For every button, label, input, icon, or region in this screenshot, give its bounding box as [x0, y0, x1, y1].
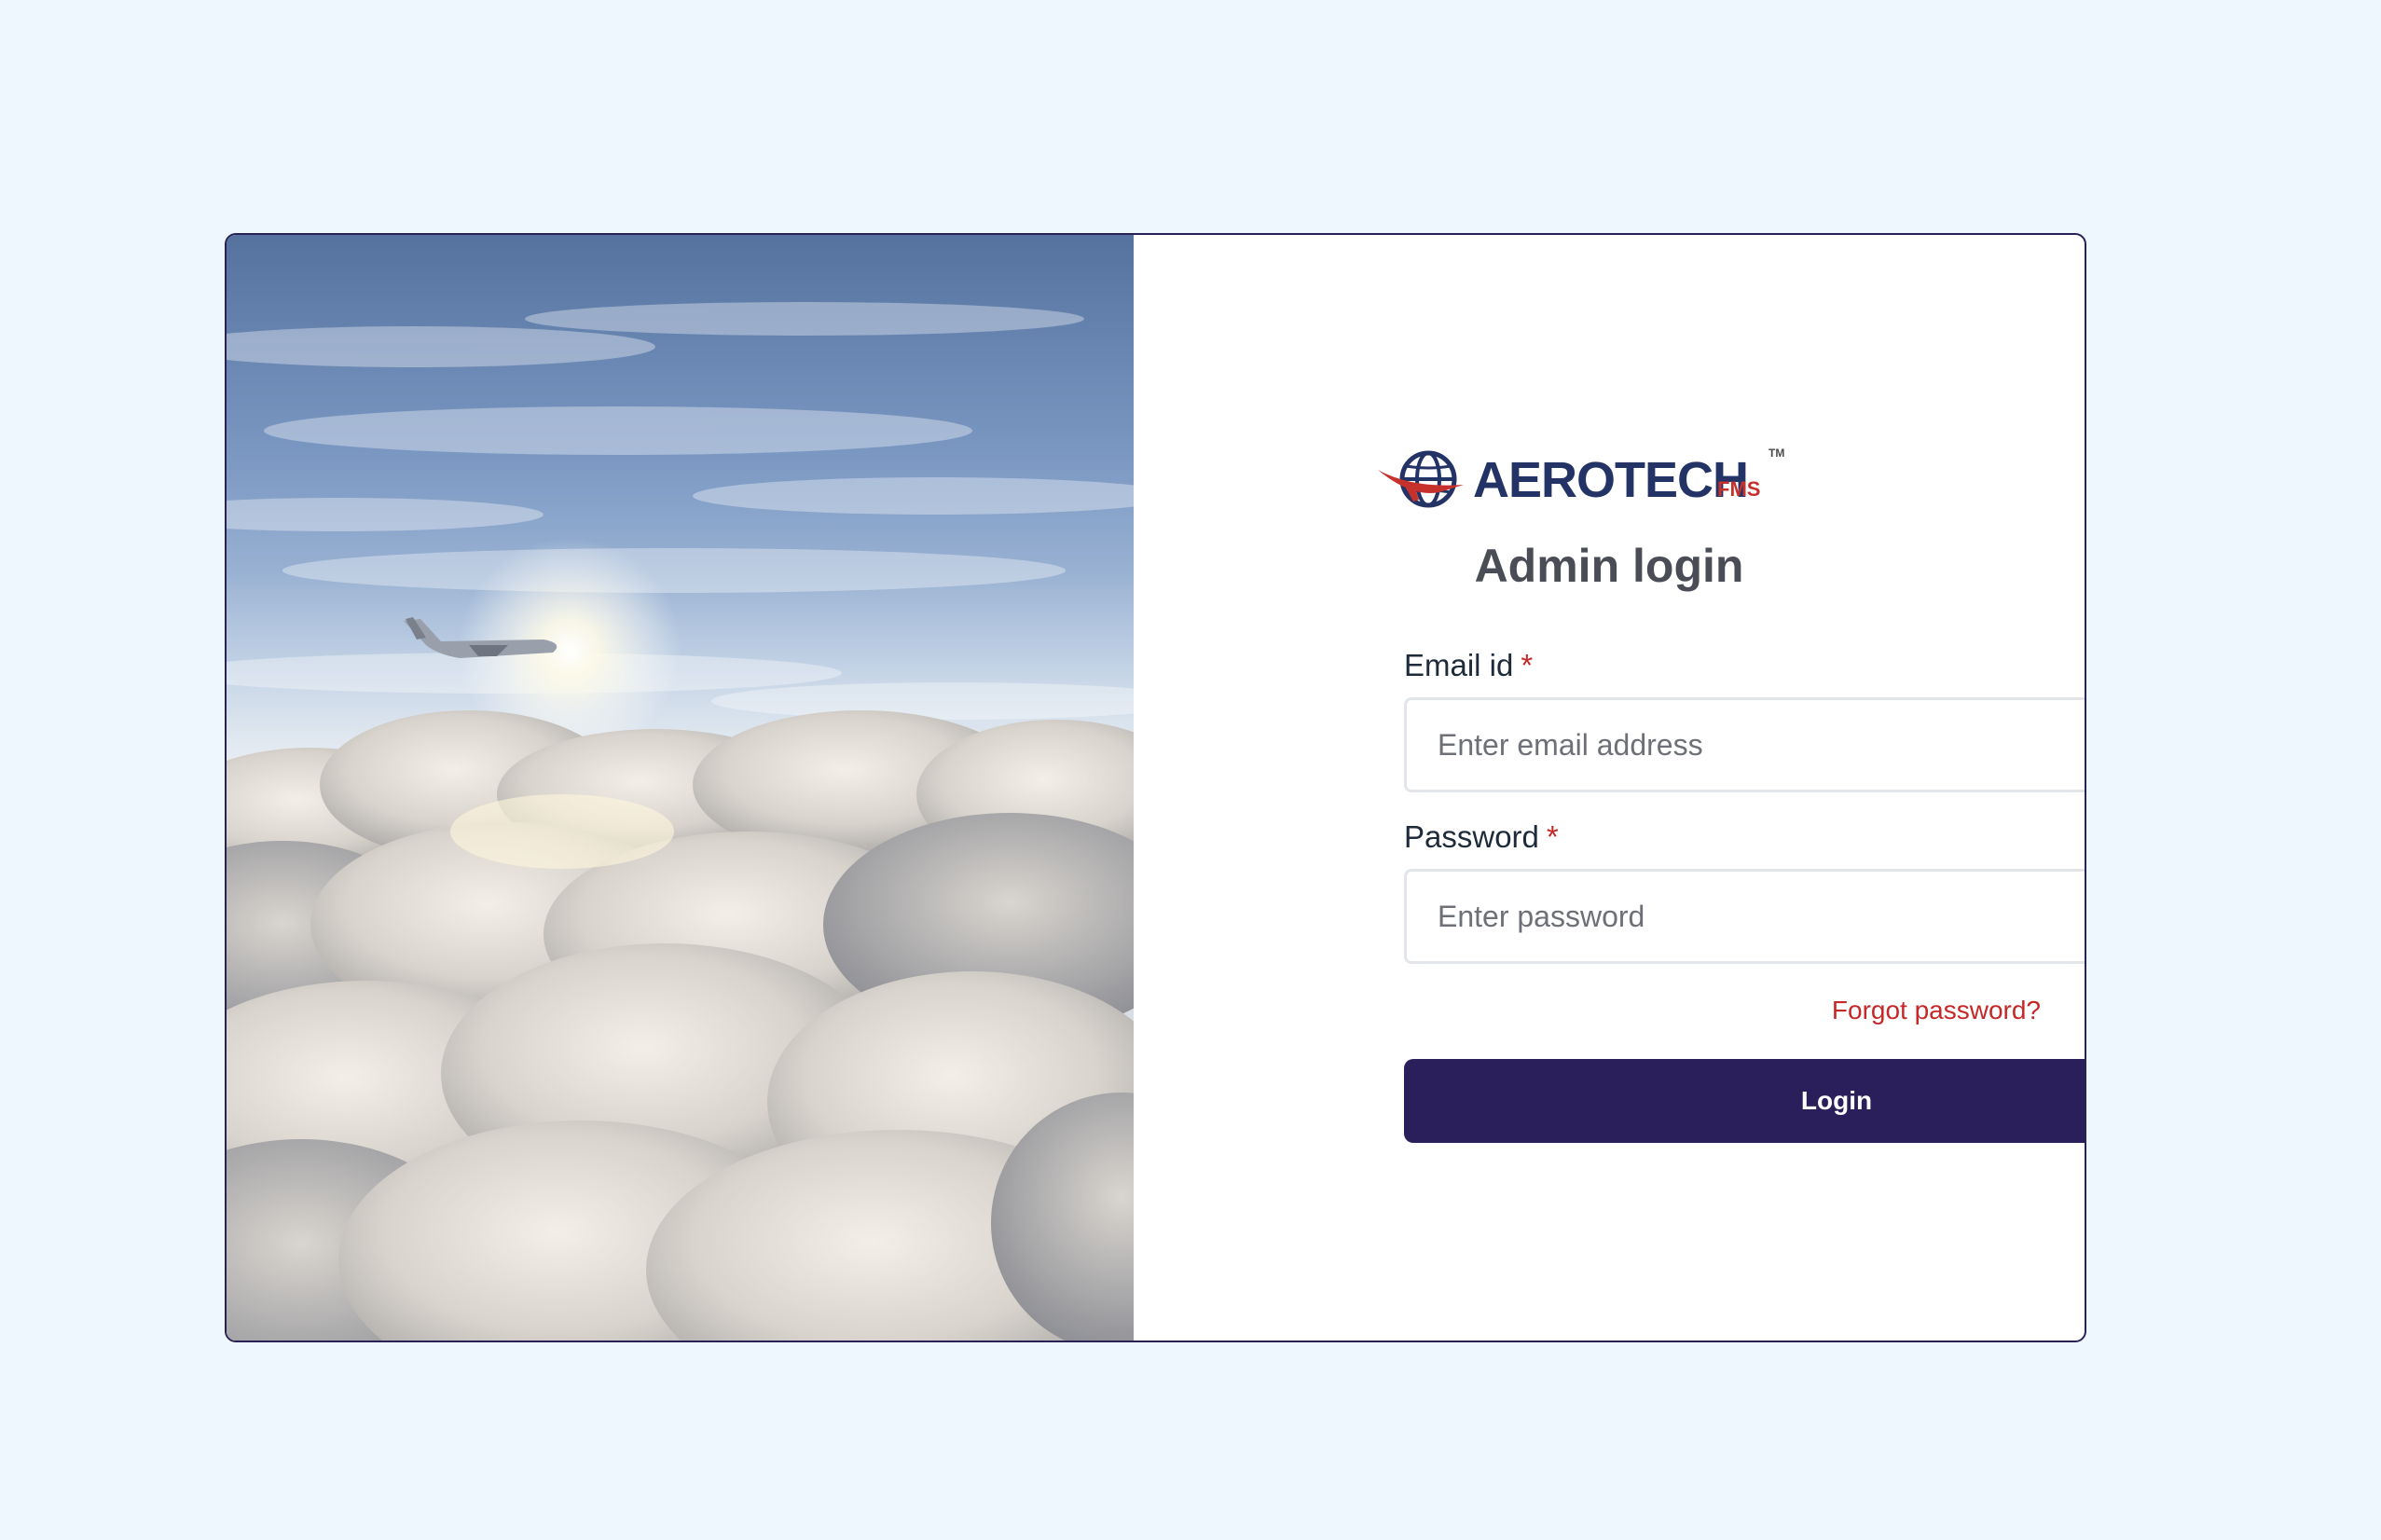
- password-label: Password *: [1404, 821, 1559, 852]
- email-label: Email id *: [1404, 650, 1533, 681]
- required-asterisk: *: [1521, 648, 1534, 682]
- email-field[interactable]: [1404, 697, 2085, 792]
- email-label-text: Email id: [1404, 648, 1514, 682]
- brand-suffix: FMS: [1717, 477, 1761, 501]
- required-asterisk: *: [1546, 819, 1559, 854]
- password-field[interactable]: [1404, 869, 2085, 964]
- login-page: AEROTECH FMS TM Admin login Email id* Pa…: [0, 0, 2381, 1540]
- login-card: AEROTECH FMS TM Admin login Email id* Pa…: [225, 233, 2086, 1342]
- trademark-mark: TM: [1769, 447, 1785, 460]
- sky-clouds-illustration: [227, 235, 1134, 1341]
- login-form-panel: AEROTECH FMS TM Admin login Email id* Pa…: [1134, 235, 2085, 1341]
- brand-logo: AEROTECH FMS TM: [1374, 442, 1803, 516]
- globe-plane-icon: [1378, 450, 1464, 508]
- password-label-text: Password: [1404, 819, 1539, 854]
- page-title: Admin login: [1474, 540, 1744, 592]
- hero-image: [227, 235, 1134, 1341]
- login-button[interactable]: Login: [1404, 1059, 2085, 1143]
- brand-wordmark: AEROTECH: [1473, 452, 1749, 508]
- forgot-password-link[interactable]: Forgot password?: [1832, 997, 2041, 1024]
